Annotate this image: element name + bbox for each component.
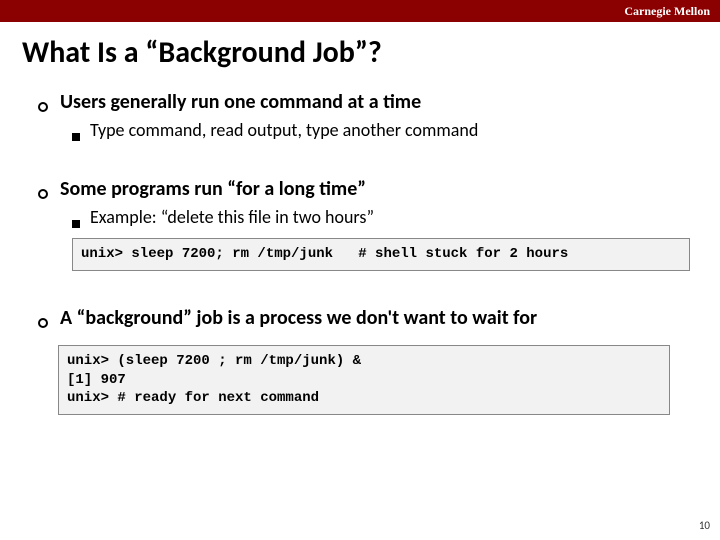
hollow-circle-icon	[38, 102, 48, 112]
slide-body: Users generally run one command at a tim…	[0, 89, 720, 415]
list-item: Users generally run one command at a tim…	[38, 89, 690, 115]
sub-list-item: Example: “delete this file in two hours”	[72, 206, 690, 229]
list-item: A “background” job is a process we don't…	[38, 305, 690, 331]
slide-title: What Is a “Background Job”?	[0, 22, 720, 89]
sub-bullet-text: Example: “delete this file in two hours”	[90, 206, 374, 229]
code-block: unix> (sleep 7200 ; rm /tmp/junk) & [1] …	[58, 345, 670, 416]
code-block: unix> sleep 7200; rm /tmp/junk # shell s…	[72, 238, 690, 271]
bullet-text: Some programs run “for a long time”	[60, 176, 366, 202]
slide: Carnegie Mellon What Is a “Background Jo…	[0, 0, 720, 540]
bullet-text: Users generally run one command at a tim…	[60, 89, 421, 115]
list-item: Some programs run “for a long time”	[38, 176, 690, 202]
page-number: 10	[699, 519, 710, 532]
brand-bar: Carnegie Mellon	[0, 0, 720, 22]
hollow-circle-icon	[38, 318, 48, 328]
square-bullet-icon	[72, 133, 80, 141]
sub-list-item: Type command, read output, type another …	[72, 119, 690, 142]
hollow-circle-icon	[38, 189, 48, 199]
brand-text: Carnegie Mellon	[624, 4, 710, 19]
square-bullet-icon	[72, 220, 80, 228]
sub-bullet-text: Type command, read output, type another …	[90, 119, 478, 142]
bullet-text: A “background” job is a process we don't…	[60, 305, 537, 331]
